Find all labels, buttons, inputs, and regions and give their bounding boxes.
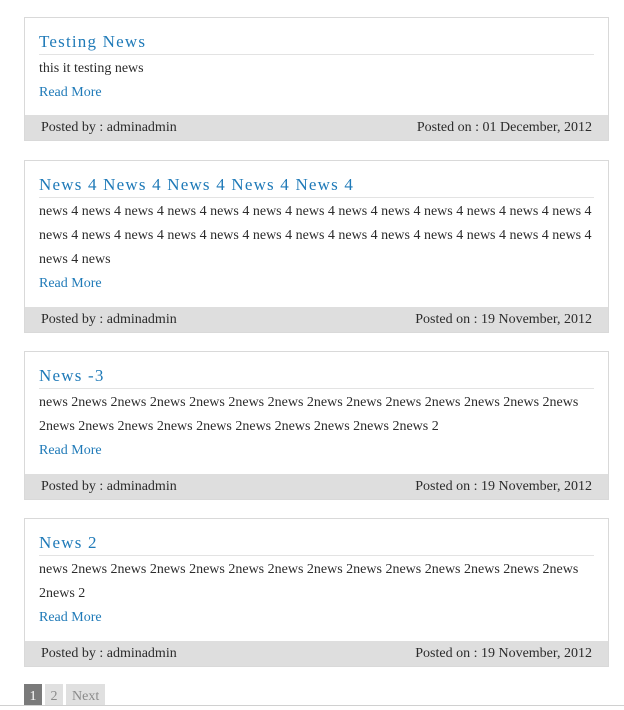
pagination: 1 2 Next — [24, 684, 106, 706]
read-more-link[interactable]: Read More — [39, 606, 594, 630]
posted-on: Posted on : 19 November, 2012 — [415, 645, 592, 661]
next-page-button[interactable]: Next — [66, 684, 106, 706]
posted-by: Posted by : adminadmin — [41, 478, 177, 494]
posted-on: Posted on : 19 November, 2012 — [415, 478, 592, 494]
read-more-link[interactable]: Read More — [39, 272, 594, 296]
read-more-link[interactable]: Read More — [39, 81, 594, 105]
news-title[interactable]: News 4 News 4 News 4 News 4 News 4 — [39, 174, 594, 198]
posted-by: Posted by : adminadmin — [41, 645, 177, 661]
news-list: Testing News this it testing news Read M… — [24, 17, 609, 667]
page-2-button[interactable]: 2 — [45, 684, 63, 706]
news-meta-bar: Posted by : adminadmin Posted on : 01 De… — [25, 115, 608, 140]
posted-on: Posted on : 01 December, 2012 — [416, 119, 592, 135]
posted-on: Posted on : 19 November, 2012 — [415, 311, 592, 327]
posted-by: Posted by : adminadmin — [41, 311, 177, 327]
news-excerpt: news 4 news 4 news 4 news 4 news 4 news … — [39, 204, 592, 267]
news-meta-bar: Posted by : adminadmin Posted on : 19 No… — [25, 474, 608, 499]
news-excerpt: this it testing news — [39, 61, 144, 76]
news-card: Testing News this it testing news Read M… — [24, 17, 609, 141]
news-card: News -3 news 2news 2news 2news 2news 2ne… — [24, 351, 609, 500]
news-card: News 2 news 2news 2news 2news 2news 2new… — [24, 518, 609, 667]
news-excerpt: news 2news 2news 2news 2news 2news 2news… — [39, 395, 579, 434]
posted-by: Posted by : adminadmin — [41, 119, 177, 135]
news-title[interactable]: Testing News — [39, 31, 594, 55]
news-card: News 4 News 4 News 4 News 4 News 4 news … — [24, 160, 609, 333]
news-meta-bar: Posted by : adminadmin Posted on : 19 No… — [25, 641, 608, 666]
read-more-link[interactable]: Read More — [39, 439, 594, 463]
news-title[interactable]: News -3 — [39, 365, 594, 389]
page-1-button[interactable]: 1 — [24, 684, 42, 706]
news-excerpt: news 2news 2news 2news 2news 2news 2news… — [39, 562, 579, 601]
news-meta-bar: Posted by : adminadmin Posted on : 19 No… — [25, 307, 608, 332]
news-title[interactable]: News 2 — [39, 532, 594, 556]
